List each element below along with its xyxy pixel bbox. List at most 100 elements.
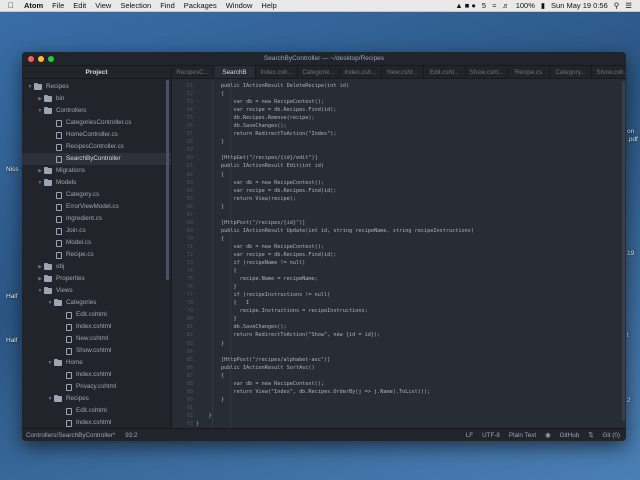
tree-file[interactable]: Index.cshtml xyxy=(22,417,171,428)
desktop-label[interactable]: Niss xyxy=(6,166,19,173)
code-line[interactable]: } xyxy=(196,203,626,211)
code-line[interactable]: var recipe = db.Recipes.Find(id); xyxy=(196,251,626,259)
desktop-label[interactable]: 2 xyxy=(627,397,631,404)
status-encoding[interactable]: UTF-8 xyxy=(482,432,500,439)
code-line[interactable]: var recipe = db.Recipes.Find(id); xyxy=(196,106,626,114)
editor-tab[interactable]: Category... xyxy=(550,66,592,78)
code-line[interactable]: } xyxy=(196,396,626,404)
volume-icon[interactable]: ♬ xyxy=(502,1,510,10)
tree-file[interactable]: Ingredient.cs xyxy=(22,213,171,225)
desktop-label[interactable]: 19 xyxy=(627,250,634,257)
code-line[interactable]: } xyxy=(196,420,626,428)
tree-folder[interactable]: ▼ Models xyxy=(22,177,171,189)
menu-app-atom[interactable]: Atom xyxy=(24,1,43,10)
chevron-right-icon[interactable]: ▶ xyxy=(36,165,44,177)
code-line[interactable]: { xyxy=(196,267,626,275)
editor-tab[interactable]: Recipe.cs xyxy=(508,66,550,78)
editor-tab[interactable]: Categorie... xyxy=(298,66,340,78)
editor-tab[interactable]: New.csht... xyxy=(382,66,424,78)
code-line[interactable]: return View(recipe); xyxy=(196,195,626,203)
menu-view[interactable]: View xyxy=(95,1,111,10)
tree-scrollbar[interactable] xyxy=(166,80,169,280)
code-line[interactable]: var db = new RecipeContext(); xyxy=(196,179,626,187)
code-line[interactable]: var db = new RecipeContext(); xyxy=(196,98,626,106)
tree-folder[interactable]: ▼ Recipes xyxy=(22,393,171,405)
code-line[interactable]: if (recipeName != null) xyxy=(196,259,626,267)
window-titlebar[interactable]: SearchByController — ~/desktop/Recipes xyxy=(22,52,626,66)
tree-file[interactable]: Index.cshtml xyxy=(22,321,171,333)
code-line[interactable]: { xyxy=(196,171,626,179)
editor-tab[interactable]: Show.csh... xyxy=(592,66,626,78)
status-grammar[interactable]: Plain Text xyxy=(509,432,536,439)
tree-file[interactable]: HomeController.cs xyxy=(22,129,171,141)
chevron-down-icon[interactable]: ▼ xyxy=(46,393,54,405)
code-line[interactable]: public IActionResult SortAsc() xyxy=(196,364,626,372)
chevron-down-icon[interactable]: ▼ xyxy=(36,105,44,117)
menu-window[interactable]: Window xyxy=(226,1,253,10)
code-line[interactable]: { xyxy=(196,90,626,98)
tree-file[interactable]: New.cshtml xyxy=(22,333,171,345)
tree-folder[interactable]: ▶ bin xyxy=(22,93,171,105)
menu-edit[interactable]: Edit xyxy=(73,1,86,10)
code-line[interactable] xyxy=(196,348,626,356)
editor-tab[interactable]: Index.csh... xyxy=(340,66,382,78)
code-line[interactable]: recipe.Instructions = recipeInstructions… xyxy=(196,307,626,315)
chevron-down-icon[interactable]: ▼ xyxy=(46,357,54,369)
code-line[interactable]: db.SaveChanges(); xyxy=(196,323,626,331)
code-line[interactable]: var db = new RecipeContext(); xyxy=(196,243,626,251)
spotlight-icon[interactable]: ⚲ xyxy=(614,1,620,10)
editor-tab[interactable]: RecipesC... xyxy=(172,66,214,78)
code-line[interactable]: } xyxy=(196,412,626,420)
status-icons[interactable]: ▲ ■ ● xyxy=(455,1,476,10)
tree-file[interactable]: Category.cs xyxy=(22,189,171,201)
project-tree-header[interactable]: Project xyxy=(22,66,171,79)
code-line[interactable]: if (recipeInstructions != null) xyxy=(196,291,626,299)
tree-folder[interactable]: ▶ obj xyxy=(22,261,171,273)
code-line[interactable]: recipe.Name = recipeName; xyxy=(196,275,626,283)
code-line[interactable] xyxy=(196,211,626,219)
code-line[interactable]: [HttpPost("/recipes/alphabet-asc")] xyxy=(196,356,626,364)
status-cursor-position[interactable]: 93:2 xyxy=(125,432,137,439)
tree-file[interactable]: RecipesController.cs xyxy=(22,141,171,153)
menu-file[interactable]: File xyxy=(52,1,64,10)
tree-file[interactable]: SearchByController xyxy=(22,153,171,165)
wifi-icon[interactable]: ≈ xyxy=(492,1,496,10)
chevron-down-icon[interactable]: ▼ xyxy=(46,297,54,309)
editor-tab[interactable]: SearchB xyxy=(214,66,256,78)
desktop-label[interactable]: t xyxy=(627,332,629,339)
code-line[interactable]: } xyxy=(196,315,626,323)
tree-file[interactable]: CategoriesController.cs xyxy=(22,117,171,129)
tree-file[interactable]: Index.cshtml xyxy=(22,369,171,381)
code-area[interactable]: 51 52 53 54 55 56 57 58 59 60 61 62 63 64 65 66 67 68 69 70… xyxy=(172,79,626,428)
tree-folder[interactable]: ▼ Views xyxy=(22,285,171,297)
code-line[interactable] xyxy=(196,146,626,154)
tree-folder[interactable]: ▶ Migrations xyxy=(22,165,171,177)
code-line[interactable]: return RedirectToAction("Index"); xyxy=(196,130,626,138)
menu-status-count[interactable]: 5 xyxy=(482,1,486,10)
tree-file[interactable]: ErrorViewModel.cs xyxy=(22,201,171,213)
editor-tab[interactable]: Index.csh... xyxy=(256,66,298,78)
code-line[interactable]: } xyxy=(196,138,626,146)
tree-folder[interactable]: ▼ Categories xyxy=(22,297,171,309)
code-line[interactable]: } xyxy=(196,283,626,291)
code-line[interactable]: var db = new RecipeContext(); xyxy=(196,380,626,388)
code-line[interactable]: { xyxy=(196,372,626,380)
status-file-path[interactable]: Controllers/SearchByController* xyxy=(26,432,115,439)
tree-folder[interactable]: ▼ Recipes xyxy=(22,81,171,93)
battery-percent[interactable]: 100% xyxy=(516,1,535,10)
chevron-right-icon[interactable]: ▶ xyxy=(36,93,44,105)
status-github[interactable]: GitHub xyxy=(560,432,580,439)
tree-file[interactable]: Edit.cshtml xyxy=(22,405,171,417)
editor-tab[interactable]: Show.csht... xyxy=(466,66,508,78)
code-line[interactable]: return RedirectToAction("Show", new {id … xyxy=(196,331,626,339)
code-line[interactable]: [HttpPost("/recipes/{id}")] xyxy=(196,219,626,227)
code-line[interactable]: db.SaveChanges(); xyxy=(196,122,626,130)
status-git[interactable]: Git (0) xyxy=(603,432,621,439)
menu-packages[interactable]: Packages xyxy=(184,1,217,10)
chevron-down-icon[interactable]: ▼ xyxy=(36,177,44,189)
tree-file[interactable]: Join.cs xyxy=(22,225,171,237)
code-line[interactable]: { I xyxy=(196,299,626,307)
desktop-label[interactable]: on xyxy=(627,128,634,135)
code-editor[interactable]: public IActionResult DeleteRecipe(int id… xyxy=(196,79,626,428)
battery-icon[interactable]: ▮ xyxy=(541,1,545,10)
